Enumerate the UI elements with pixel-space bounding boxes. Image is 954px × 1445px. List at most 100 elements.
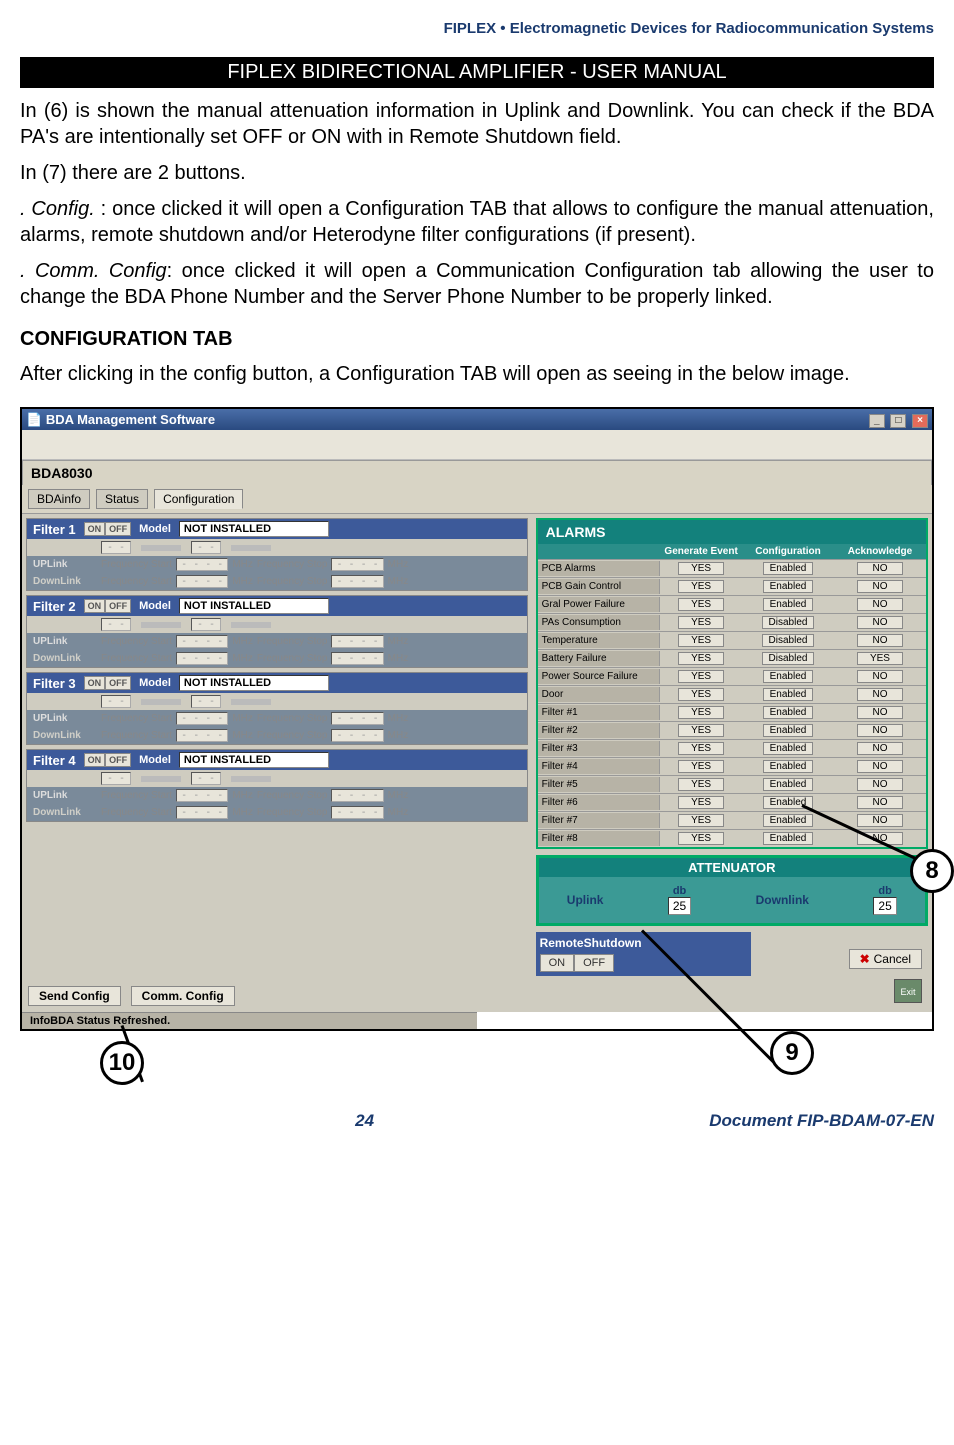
downlink-value[interactable]: 25	[873, 897, 896, 915]
alarm-gen[interactable]: YES	[678, 634, 724, 647]
alarm-gen[interactable]: YES	[678, 580, 724, 593]
alarm-gen[interactable]: YES	[678, 688, 724, 701]
spin[interactable]: - -	[101, 618, 131, 631]
fstart-val[interactable]: - - - -	[176, 575, 228, 588]
filter-3-onoff[interactable]: ON OFF	[84, 676, 132, 690]
alarm-ack[interactable]: NO	[857, 742, 903, 755]
maximize-button[interactable]: □	[890, 414, 906, 428]
fstart-val[interactable]: - - - -	[176, 729, 228, 742]
alarm-gen[interactable]: YES	[678, 616, 724, 629]
alarm-ack[interactable]: NO	[857, 814, 903, 827]
alarm-gen[interactable]: YES	[678, 778, 724, 791]
alarm-conf[interactable]: Disabled	[762, 634, 815, 647]
spin[interactable]: - -	[191, 541, 221, 554]
filter-1-onoff[interactable]: ON OFF	[84, 522, 132, 536]
alarm-conf[interactable]: Enabled	[763, 760, 814, 773]
fstart-val[interactable]: - - - -	[176, 789, 228, 802]
alarm-ack[interactable]: NO	[857, 760, 903, 773]
slider[interactable]	[141, 699, 181, 705]
alarm-ack[interactable]: NO	[857, 724, 903, 737]
spin[interactable]: - -	[191, 695, 221, 708]
fstop-val[interactable]: - - - -	[331, 729, 383, 742]
fstop-val[interactable]: - - - -	[331, 712, 383, 725]
tab-bdainfo[interactable]: BDAinfo	[28, 489, 90, 509]
alarm-ack[interactable]: NO	[857, 562, 903, 575]
send-config-button[interactable]: Send Config	[28, 986, 121, 1006]
alarm-conf[interactable]: Disabled	[762, 652, 815, 665]
alarms-title: ALARMS	[538, 520, 926, 544]
alarm-gen[interactable]: YES	[678, 670, 724, 683]
spin[interactable]: - -	[191, 618, 221, 631]
slider[interactable]	[141, 545, 181, 551]
cancel-button[interactable]: ✖Cancel	[849, 949, 922, 969]
alarm-ack[interactable]: NO	[857, 688, 903, 701]
alarm-ack[interactable]: YES	[857, 652, 903, 665]
filter-2-onoff[interactable]: ON OFF	[84, 599, 132, 613]
tab-status[interactable]: Status	[96, 489, 148, 509]
alarm-gen[interactable]: YES	[678, 562, 724, 575]
footer-row: Send Config Comm. Config	[22, 980, 932, 1012]
spin[interactable]: - -	[101, 695, 131, 708]
fstop-val[interactable]: - - - -	[331, 635, 383, 648]
alarm-ack[interactable]: NO	[857, 706, 903, 719]
alarm-gen[interactable]: YES	[678, 796, 724, 809]
alarm-conf[interactable]: Enabled	[763, 562, 814, 575]
alarm-conf[interactable]: Enabled	[763, 778, 814, 791]
slider[interactable]	[231, 776, 271, 782]
tab-configuration[interactable]: Configuration	[154, 489, 243, 509]
slider[interactable]	[231, 545, 271, 551]
alarm-ack[interactable]: NO	[857, 634, 903, 647]
slider[interactable]	[141, 776, 181, 782]
fstop-val[interactable]: - - - -	[331, 575, 383, 588]
alarm-conf[interactable]: Enabled	[763, 688, 814, 701]
alarm-conf[interactable]: Enabled	[763, 724, 814, 737]
alarm-ack[interactable]: NO	[857, 616, 903, 629]
alarm-conf[interactable]: Enabled	[763, 742, 814, 755]
filter-4-onoff[interactable]: ON OFF	[84, 753, 132, 767]
exit-button[interactable]: Exit	[894, 979, 922, 1003]
uplink-value[interactable]: 25	[668, 897, 691, 915]
minimize-button[interactable]: _	[869, 414, 885, 428]
fstart-val[interactable]: - - - -	[176, 806, 228, 819]
spin[interactable]: - -	[191, 772, 221, 785]
alarm-gen[interactable]: YES	[678, 598, 724, 611]
alarm-conf[interactable]: Enabled	[763, 832, 814, 845]
alarm-conf[interactable]: Disabled	[762, 616, 815, 629]
alarm-gen[interactable]: YES	[678, 724, 724, 737]
slider[interactable]	[231, 622, 271, 628]
alarm-ack[interactable]: NO	[857, 580, 903, 593]
alarm-conf[interactable]: Enabled	[763, 670, 814, 683]
remote-on[interactable]: ON	[540, 954, 575, 972]
alarm-conf[interactable]: Enabled	[763, 814, 814, 827]
fstop-val[interactable]: - - - -	[331, 789, 383, 802]
slider[interactable]	[141, 622, 181, 628]
fstart-val[interactable]: - - - -	[176, 635, 228, 648]
alarm-conf[interactable]: Enabled	[763, 598, 814, 611]
alarm-ack[interactable]: NO	[857, 598, 903, 611]
fstop-val[interactable]: - - - -	[331, 806, 383, 819]
alarm-conf[interactable]: Enabled	[763, 580, 814, 593]
fstart-val[interactable]: - - - -	[176, 558, 228, 571]
comm-config-button[interactable]: Comm. Config	[131, 986, 235, 1006]
downlink-label: Downlink	[756, 893, 809, 907]
alarm-gen[interactable]: YES	[678, 814, 724, 827]
alarm-ack[interactable]: NO	[857, 670, 903, 683]
alarm-conf[interactable]: Enabled	[763, 706, 814, 719]
remote-off[interactable]: OFF	[574, 954, 614, 972]
spin[interactable]: - -	[101, 772, 131, 785]
alarm-gen[interactable]: YES	[678, 832, 724, 845]
alarm-ack[interactable]: NO	[857, 796, 903, 809]
alarm-gen[interactable]: YES	[678, 760, 724, 773]
close-button[interactable]: ×	[912, 414, 928, 428]
alarm-gen[interactable]: YES	[678, 652, 724, 665]
remote-switch[interactable]: ON OFF	[540, 954, 615, 972]
fstart-val[interactable]: - - - -	[176, 652, 228, 665]
fstop-val[interactable]: - - - -	[331, 652, 383, 665]
spin[interactable]: - -	[101, 541, 131, 554]
fstop-val[interactable]: - - - -	[331, 558, 383, 571]
slider[interactable]	[231, 699, 271, 705]
alarm-gen[interactable]: YES	[678, 706, 724, 719]
fstart-val[interactable]: - - - -	[176, 712, 228, 725]
alarm-gen[interactable]: YES	[678, 742, 724, 755]
alarm-ack[interactable]: NO	[857, 778, 903, 791]
